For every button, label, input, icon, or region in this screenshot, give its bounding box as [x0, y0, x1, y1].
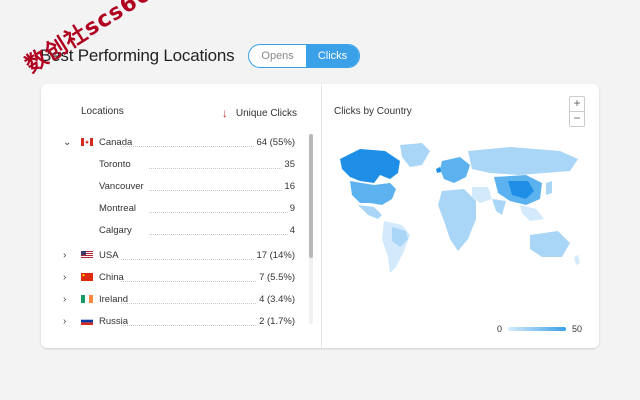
- legend-min: 0: [497, 324, 503, 334]
- list-item-montreal: Montreal 9: [41, 200, 309, 216]
- metric-toggle[interactable]: Opens Clicks: [248, 44, 361, 68]
- dotted-leader: [149, 168, 292, 169]
- arrow-down-icon: ↓: [221, 106, 228, 120]
- list-item-russia[interactable]: › Russia 2 (1.7%): [41, 313, 309, 329]
- region-mexico: [358, 205, 382, 219]
- locations-header: Locations: [81, 106, 124, 117]
- region-india: [492, 199, 506, 215]
- region-new-zealand: [574, 255, 580, 265]
- toggle-clicks[interactable]: Clicks: [305, 45, 360, 67]
- region-usa: [350, 181, 396, 205]
- locations-panel: Locations ↓ Unique Clicks ⌄ Canada 64 (5…: [41, 84, 322, 348]
- country-value: 4 (3.4%): [257, 293, 295, 305]
- city-value: 16: [282, 180, 295, 192]
- zoom-controls: + −: [569, 96, 585, 127]
- country-value: 64 (55%): [254, 136, 295, 148]
- city-value: 35: [282, 158, 295, 170]
- list-item-china[interactable]: › China 7 (5.5%): [41, 269, 309, 285]
- region-canada: [340, 149, 400, 183]
- map-title: Clicks by Country: [334, 106, 412, 117]
- legend-max: 50: [572, 324, 583, 334]
- chevron-down-icon[interactable]: ⌄: [63, 137, 73, 148]
- chevron-right-icon[interactable]: ›: [63, 294, 73, 305]
- region-japan: [546, 181, 552, 195]
- list-scrollbar[interactable]: [309, 134, 313, 324]
- chevron-right-icon[interactable]: ›: [63, 250, 73, 261]
- china-flag-icon: [81, 273, 93, 281]
- unique-clicks-sort[interactable]: ↓ Unique Clicks: [222, 106, 297, 120]
- zoom-out-button[interactable]: −: [570, 111, 584, 126]
- dotted-leader: [149, 190, 292, 191]
- city-name: Montreal: [99, 202, 136, 214]
- region-africa: [438, 189, 476, 251]
- scrollbar-thumb[interactable]: [309, 134, 313, 258]
- map-legend: 0 50: [497, 324, 582, 334]
- city-name: Vancouver: [99, 180, 144, 192]
- list-item-toronto: Toronto 35: [41, 156, 309, 172]
- country-value: 17 (14%): [254, 249, 295, 261]
- region-se-asia: [520, 205, 544, 221]
- chevron-right-icon[interactable]: ›: [63, 316, 73, 327]
- region-russia: [468, 147, 578, 175]
- region-ireland: [436, 167, 441, 173]
- city-name: Calgary: [99, 224, 132, 236]
- region-europe: [440, 157, 470, 183]
- zoom-in-button[interactable]: +: [570, 97, 584, 111]
- dotted-leader: [149, 212, 292, 213]
- region-australia: [530, 231, 570, 257]
- header: Best Performing Locations Opens Clicks: [40, 44, 361, 68]
- canada-flag-icon: [81, 138, 93, 146]
- list-item-usa[interactable]: › USA 17 (14%): [41, 247, 309, 263]
- world-map[interactable]: [330, 139, 590, 289]
- chevron-right-icon[interactable]: ›: [63, 272, 73, 283]
- list-item-vancouver: Vancouver 16: [41, 178, 309, 194]
- legend-gradient: [508, 327, 567, 331]
- city-name: Toronto: [99, 158, 131, 170]
- russia-flag-icon: [81, 317, 93, 325]
- list-item-calgary: Calgary 4: [41, 222, 309, 238]
- locations-card: Locations ↓ Unique Clicks ⌄ Canada 64 (5…: [41, 84, 599, 348]
- dotted-leader: [149, 234, 292, 235]
- toggle-opens[interactable]: Opens: [249, 45, 305, 67]
- country-value: 2 (1.7%): [257, 315, 295, 327]
- unique-clicks-header: Unique Clicks: [235, 107, 297, 119]
- ireland-flag-icon: [81, 295, 93, 303]
- list-header: Locations ↓ Unique Clicks: [81, 106, 297, 120]
- list-item-ireland[interactable]: › Ireland 4 (3.4%): [41, 291, 309, 307]
- usa-flag-icon: [81, 251, 93, 259]
- city-value: 4: [287, 224, 295, 236]
- list-item-canada[interactable]: ⌄ Canada 64 (55%): [41, 134, 309, 150]
- map-panel: Clicks by Country + − 0 50: [322, 84, 599, 348]
- country-value: 7 (5.5%): [257, 271, 295, 283]
- city-value: 9: [287, 202, 295, 214]
- region-greenland: [400, 143, 430, 167]
- country-name: USA: [99, 249, 119, 261]
